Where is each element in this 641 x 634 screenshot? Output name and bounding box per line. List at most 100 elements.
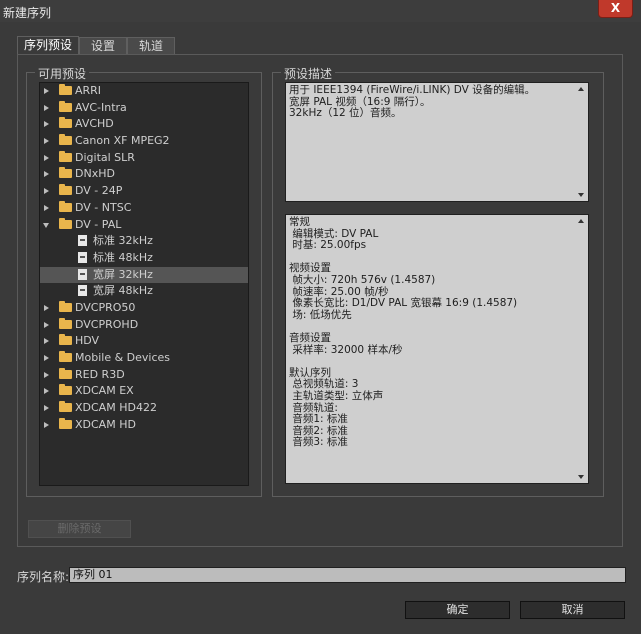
folder-icon (59, 134, 72, 146)
tree-folder-row[interactable]: RED R3D (40, 367, 248, 384)
description-scrollbar[interactable] (574, 83, 588, 201)
description-textbox[interactable]: 用于 IEEE1394 (FireWire/i.LINK) DV 设备的编辑。宽… (285, 82, 589, 202)
tree-folder-row[interactable]: AVC-Intra (40, 100, 248, 117)
tree-item-label: 标准 48kHz (93, 250, 153, 264)
expand-right-icon[interactable] (44, 405, 49, 412)
sequence-name-input[interactable]: 序列 01 (69, 567, 626, 583)
tree-preset-row[interactable]: 标准 32kHz (40, 233, 248, 250)
tree-item-label: XDCAM EX (75, 384, 134, 398)
expand-right-icon[interactable] (44, 171, 49, 178)
scroll-up-icon[interactable] (578, 87, 584, 91)
window-title: 新建序列 (3, 6, 52, 20)
tree-item-label: XDCAM HD (75, 417, 136, 431)
tree-item-label: DV - 24P (75, 184, 123, 198)
scroll-up-icon[interactable] (578, 219, 584, 223)
tree-item-label: DVCPRO50 (75, 300, 136, 314)
preset-file-icon (78, 268, 87, 280)
tree-folder-row[interactable]: Digital SLR (40, 150, 248, 167)
detail-line: 采样率: 32000 样本/秒 (289, 343, 403, 356)
close-button[interactable]: X (598, 0, 633, 18)
scroll-down-icon[interactable] (578, 475, 584, 479)
folder-icon (59, 167, 72, 179)
detail-line: 常规 (289, 216, 310, 228)
expand-right-icon[interactable] (44, 321, 49, 328)
tree-preset-row[interactable]: 宽屏 32kHz (40, 266, 248, 284)
expand-right-icon[interactable] (44, 104, 49, 111)
tree-folder-row[interactable]: DVCPROHD (40, 317, 248, 334)
expand-right-icon[interactable] (44, 154, 49, 161)
description-line: 用于 IEEE1394 (FireWire/i.LINK) DV 设备的编辑。 (289, 84, 536, 96)
tab-settings[interactable]: 设置 (79, 37, 127, 55)
tree-item-label: DNxHD (75, 167, 115, 181)
tree-item-label: AVC-Intra (75, 100, 127, 114)
tab-sequence-presets[interactable]: 序列预设 (17, 36, 79, 55)
cancel-button[interactable]: 取消 (520, 601, 625, 619)
detail-line (289, 252, 585, 264)
tree-folder-row[interactable]: Canon XF MPEG2 (40, 133, 248, 150)
folder-icon (59, 417, 72, 429)
tree-item-label: Canon XF MPEG2 (75, 134, 170, 148)
tree-folder-row[interactable]: AVCHD (40, 116, 248, 133)
expand-right-icon[interactable] (44, 371, 49, 378)
detail-line: 帧大小: 720h 576v (1.4587) (289, 273, 436, 286)
tree-folder-row[interactable]: Mobile & Devices (40, 350, 248, 367)
tab-tracks[interactable]: 轨道 (127, 37, 175, 55)
folder-icon (59, 317, 72, 329)
tree-item-label: Digital SLR (75, 150, 135, 164)
folder-icon (59, 334, 72, 346)
tree-folder-row[interactable]: DV - 24P (40, 183, 248, 200)
tree-folder-row[interactable]: XDCAM HD422 (40, 400, 248, 417)
folder-icon (59, 150, 72, 162)
tree-folder-row[interactable]: DVCPRO50 (40, 300, 248, 317)
detail-text: 常规 编辑模式: DV PAL 时基: 25.00fps 视频设置 帧大小: 7… (286, 215, 588, 451)
folder-icon (59, 351, 72, 362)
expand-right-icon[interactable] (44, 355, 49, 361)
folder-icon (59, 300, 72, 312)
folder-icon (59, 100, 72, 112)
detail-line: 像素长宽比: D1/DV PAL 宽银幕 16:9 (1.4587) (289, 297, 518, 310)
tree-item-label: Mobile & Devices (75, 351, 171, 364)
tree-folder-row[interactable]: DV - PAL (40, 217, 248, 234)
tree-item-label: 标准 32kHz (93, 234, 153, 248)
tree-item-label: DV - PAL (75, 217, 122, 231)
expand-right-icon[interactable] (44, 388, 49, 395)
tree-item-label: XDCAM HD422 (75, 401, 157, 415)
expand-right-icon[interactable] (44, 88, 49, 94)
preset-file-icon (78, 285, 87, 297)
tree-item-label: RED R3D (75, 367, 125, 381)
tree-folder-row[interactable]: DNxHD (40, 166, 248, 183)
delete-preset-button[interactable]: 删除预设 (28, 520, 131, 538)
tree-folder-row[interactable]: DV - NTSC (40, 200, 248, 217)
expand-right-icon[interactable] (44, 138, 49, 145)
tree-item-label: HDV (75, 334, 100, 348)
ok-button[interactable]: 确定 (405, 601, 510, 619)
tree-preset-row[interactable]: 标准 48kHz (40, 250, 248, 267)
detail-line: 音频设置 (289, 331, 331, 344)
folder-icon (59, 367, 72, 379)
expand-right-icon[interactable] (44, 304, 49, 311)
expand-right-icon[interactable] (44, 204, 49, 211)
tree-item-label: 宽屏 48kHz (93, 284, 153, 298)
expand-right-icon[interactable] (44, 421, 49, 428)
tree-folder-row[interactable]: XDCAM HD (40, 417, 248, 434)
folder-icon (59, 84, 72, 95)
detail-line: 音频1: 标准 (289, 413, 348, 426)
tree-item-label: 宽屏 32kHz (93, 267, 153, 281)
detail-textbox[interactable]: 常规 编辑模式: DV PAL 时基: 25.00fps 视频设置 帧大小: 7… (285, 214, 589, 484)
preset-file-icon (78, 235, 87, 247)
expand-right-icon[interactable] (44, 338, 49, 345)
expand-down-icon[interactable] (43, 222, 49, 228)
folder-icon (59, 117, 72, 129)
tree-folder-row[interactable]: HDV (40, 333, 248, 350)
detail-line: 时基: 25.00fps (289, 239, 367, 252)
detail-scrollbar[interactable] (574, 215, 588, 483)
scroll-down-icon[interactable] (578, 193, 584, 197)
preset-tree[interactable]: ARRI AVC-Intra AVCHD Canon XF MPEG2 Digital … (39, 82, 249, 486)
folder-icon (59, 200, 72, 212)
tree-folder-row[interactable]: XDCAM EX (40, 383, 248, 400)
tree-preset-row[interactable]: 宽屏 48kHz (40, 283, 248, 300)
expand-right-icon[interactable] (44, 121, 49, 128)
tree-folder-row[interactable]: ARRI (40, 83, 248, 100)
detail-line (289, 321, 585, 333)
expand-right-icon[interactable] (44, 188, 49, 195)
